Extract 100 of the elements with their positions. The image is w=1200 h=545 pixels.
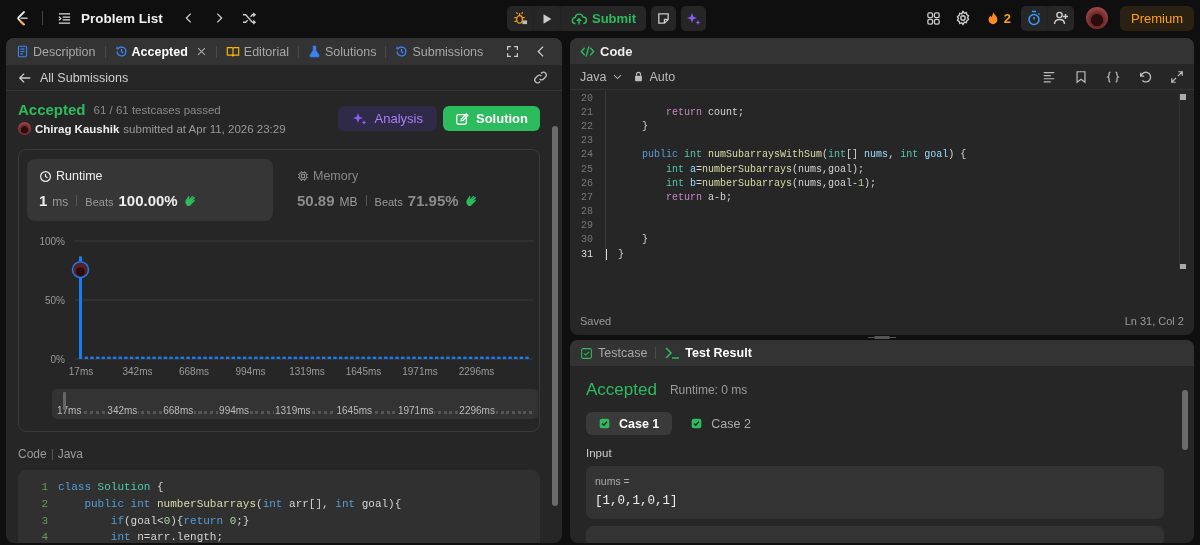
bar[interactable] xyxy=(225,356,230,359)
bar[interactable] xyxy=(344,356,348,359)
sparkle-icon[interactable] xyxy=(681,6,707,31)
bar[interactable] xyxy=(231,356,235,359)
bar[interactable] xyxy=(316,356,320,359)
bar[interactable] xyxy=(514,356,518,359)
bar[interactable] xyxy=(406,356,411,359)
bar[interactable] xyxy=(468,356,473,359)
bar[interactable] xyxy=(457,356,461,359)
bar[interactable] xyxy=(389,356,394,359)
bar[interactable] xyxy=(361,356,365,359)
bar[interactable] xyxy=(163,356,168,359)
bar[interactable] xyxy=(485,356,490,359)
bar[interactable] xyxy=(367,356,371,359)
bar[interactable] xyxy=(401,356,405,359)
bar[interactable] xyxy=(197,356,202,359)
bar[interactable] xyxy=(248,356,252,359)
bar[interactable] xyxy=(129,356,134,359)
tab[interactable]: Description xyxy=(14,44,98,59)
bar[interactable] xyxy=(192,356,196,359)
bar[interactable] xyxy=(502,356,507,359)
bar[interactable] xyxy=(180,356,185,359)
bar[interactable] xyxy=(146,356,151,359)
bar[interactable] xyxy=(141,356,145,359)
bar[interactable] xyxy=(208,356,213,359)
bar[interactable] xyxy=(372,356,377,359)
mode-button[interactable]: Auto xyxy=(633,69,676,84)
bar[interactable] xyxy=(259,356,264,359)
logo-icon[interactable] xyxy=(14,10,30,26)
bar[interactable] xyxy=(350,356,354,359)
bar[interactable] xyxy=(508,356,512,359)
bar[interactable] xyxy=(440,356,444,359)
case-tab[interactable]: Case 1 xyxy=(586,412,673,435)
code-editor[interactable]: 20 21 return count; 22 } 23 24 public int numSubarraysWithSum(int[] nums, int goal) { 25 int a=numberSubarrays(nums,goal); 26 int b=numberSubarrays(nums,goal-1); 27 return a-b; 28 29 30 } 31 } xyxy=(570,90,1194,307)
bar[interactable] xyxy=(175,356,179,359)
bar[interactable] xyxy=(446,356,450,359)
metric-tab[interactable]: Memory 50.89 MB Beats 71.95% xyxy=(285,159,531,221)
bar[interactable] xyxy=(186,356,190,359)
language-dropdown[interactable]: Java xyxy=(580,69,624,84)
bar[interactable] xyxy=(355,356,360,359)
back-link[interactable]: All Submissions xyxy=(18,70,129,85)
streak-counter[interactable]: 2 xyxy=(979,10,1017,26)
analysis-button[interactable]: Analysis xyxy=(337,106,437,131)
bar[interactable] xyxy=(451,356,456,359)
bar[interactable] xyxy=(90,356,94,359)
bar[interactable] xyxy=(333,356,337,359)
bar[interactable] xyxy=(525,356,529,359)
bar[interactable] xyxy=(118,356,122,359)
bar[interactable] xyxy=(519,356,524,359)
bar[interactable] xyxy=(169,356,173,359)
bar[interactable] xyxy=(480,356,484,359)
bar[interactable] xyxy=(434,356,439,359)
tab[interactable]: Accepted xyxy=(112,44,190,59)
bar[interactable] xyxy=(84,356,89,359)
tab[interactable]: Testcase xyxy=(580,346,648,360)
bar[interactable] xyxy=(288,356,292,359)
metric-tab[interactable]: Runtime 1 ms Beats 100.00% xyxy=(27,159,273,221)
bar[interactable] xyxy=(423,356,428,359)
bar[interactable] xyxy=(237,356,241,359)
bar[interactable] xyxy=(321,356,326,359)
bar[interactable] xyxy=(293,356,298,359)
bar[interactable] xyxy=(378,356,382,359)
bar[interactable] xyxy=(152,356,156,359)
tab[interactable]: Solutions xyxy=(306,44,379,59)
bar[interactable] xyxy=(463,356,467,359)
bar[interactable] xyxy=(112,356,117,359)
bar[interactable] xyxy=(395,356,399,359)
author-link[interactable]: Chirag Kaushik xyxy=(35,122,120,135)
bar[interactable] xyxy=(135,356,139,359)
scrollbar[interactable] xyxy=(1179,94,1186,269)
bar[interactable] xyxy=(265,356,269,359)
bar[interactable] xyxy=(338,356,343,359)
bar[interactable] xyxy=(299,356,303,359)
bar[interactable] xyxy=(412,356,416,359)
bar[interactable] xyxy=(107,356,111,359)
bar[interactable] xyxy=(282,356,286,359)
bar[interactable] xyxy=(497,356,501,359)
bar[interactable] xyxy=(158,356,162,359)
case-tab[interactable]: Case 2 xyxy=(678,412,764,435)
tab[interactable]: Editorial xyxy=(223,44,291,59)
bar[interactable] xyxy=(271,356,275,359)
bar[interactable] xyxy=(95,356,100,359)
bar[interactable] xyxy=(124,356,128,359)
bar[interactable] xyxy=(429,356,433,359)
bar[interactable] xyxy=(276,356,281,359)
bar[interactable] xyxy=(242,356,247,359)
bar[interactable] xyxy=(327,356,331,359)
bar[interactable] xyxy=(310,356,315,359)
bar[interactable] xyxy=(101,356,105,359)
problem-list-button[interactable]: Problem List xyxy=(57,10,163,26)
tab[interactable]: Submissions xyxy=(393,44,486,59)
bar[interactable] xyxy=(254,356,258,359)
premium-button[interactable]: Premium xyxy=(1120,5,1194,31)
bar[interactable] xyxy=(203,356,207,359)
bar[interactable] xyxy=(384,356,388,359)
bar[interactable] xyxy=(418,356,422,359)
bar[interactable] xyxy=(474,356,478,359)
bar[interactable] xyxy=(305,356,309,359)
tab[interactable]: Test Result xyxy=(664,345,752,361)
bar[interactable] xyxy=(214,356,218,359)
